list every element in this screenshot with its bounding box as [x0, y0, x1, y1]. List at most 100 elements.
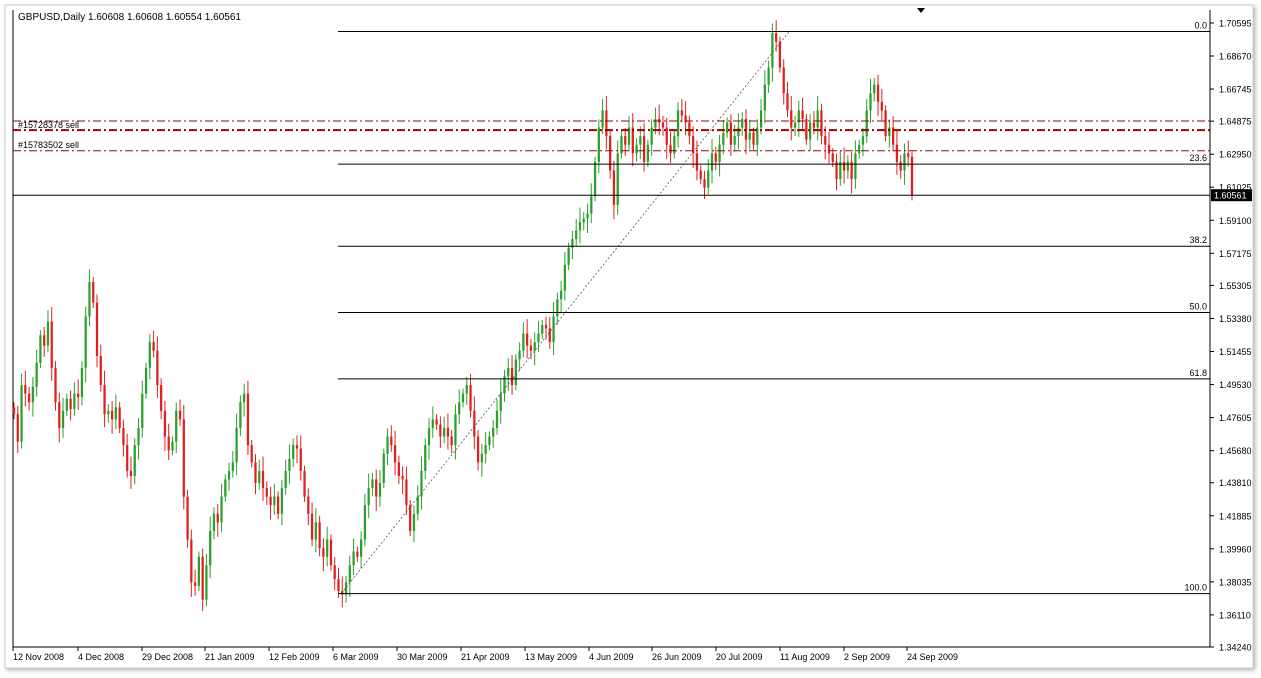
candle-bull	[141, 393, 144, 428]
candle-bull	[541, 324, 544, 334]
price-tick-label: 1.64875	[1219, 117, 1252, 127]
candle-bear	[801, 110, 804, 119]
candle-bull	[676, 110, 680, 137]
candle-bull	[367, 488, 370, 506]
candle-bull	[133, 445, 136, 477]
candle-bear	[661, 122, 665, 128]
candle-bull	[888, 127, 891, 137]
candle-bull	[171, 441, 174, 451]
price-tick-label: 1.45680	[1219, 446, 1252, 456]
chart-title: GBPUSD,Daily 1.60608 1.60608 1.60554 1.6…	[18, 12, 241, 23]
candle-bull	[84, 316, 87, 368]
current-price-label: 1.60561	[1214, 191, 1247, 201]
candle-bear	[77, 393, 80, 398]
candle-bull	[767, 67, 770, 85]
fib-label: 100.0	[1184, 583, 1207, 593]
candle-bull	[737, 127, 740, 137]
candle-bull	[209, 530, 212, 566]
time-tick-label: 30 Mar 2009	[397, 652, 448, 662]
candle-bull	[552, 316, 555, 343]
candle-bear	[110, 410, 114, 420]
candle-bull	[793, 122, 797, 128]
candle-bear	[624, 136, 627, 145]
candle-bull	[35, 362, 38, 387]
candle-bull	[748, 132, 751, 140]
time-tick-label: 4 Jun 2009	[589, 652, 634, 662]
time-tick-label: 20 Jul 2009	[716, 652, 763, 662]
candle-bear	[884, 110, 887, 137]
candle-bear	[246, 393, 250, 446]
candle-bear	[450, 436, 453, 446]
candle-bull	[741, 118, 744, 128]
candle-bear	[92, 282, 95, 303]
candle-bull	[763, 84, 766, 111]
candle-bear	[186, 496, 189, 540]
candle-bear	[307, 496, 310, 514]
candle-bull	[443, 427, 446, 437]
candle-bull	[556, 299, 559, 317]
time-tick-label: 6 Mar 2009	[333, 652, 379, 662]
candle-bull	[601, 110, 604, 128]
candle-bull	[869, 93, 872, 111]
candle-bear	[356, 551, 359, 557]
fib-label: 0.0	[1194, 20, 1207, 30]
time-tick-label: 13 May 2009	[525, 652, 577, 662]
candle-bear	[775, 33, 778, 42]
price-tick-label: 1.43810	[1219, 478, 1252, 488]
order-label: #15783502 sell	[18, 140, 79, 150]
candle-bull	[635, 144, 638, 154]
candle-bull	[771, 33, 774, 68]
candle-bull	[284, 470, 287, 489]
candle-bull	[224, 479, 227, 497]
candle-bull	[431, 419, 434, 428]
candle-bull	[646, 144, 650, 162]
candle-bull	[292, 445, 295, 459]
time-tick-label: 26 Jun 2009	[652, 652, 702, 662]
candle-bull	[590, 196, 593, 214]
candle-bull	[488, 436, 491, 446]
candle-bull	[759, 110, 763, 128]
candle-bear	[310, 513, 314, 540]
candle-bear	[43, 335, 46, 346]
candle-bear	[409, 505, 412, 531]
candle-bear	[156, 350, 159, 386]
candle-bear	[261, 470, 265, 489]
candle-bear	[820, 110, 823, 137]
candle-bear	[526, 333, 529, 346]
candle-bear	[907, 153, 910, 157]
price-tick-label: 1.41885	[1219, 511, 1252, 521]
candle-bull	[258, 470, 261, 483]
candle-bull	[378, 482, 382, 497]
candle-bull	[518, 350, 521, 360]
candle-bear	[609, 136, 612, 171]
candle-bear	[401, 476, 404, 480]
candle-bull	[465, 385, 468, 394]
candle-bear	[24, 385, 27, 394]
candle-bear	[122, 427, 125, 446]
candle-bear	[786, 93, 789, 111]
candle-bear	[435, 419, 438, 425]
candle-bull	[514, 359, 517, 386]
candle-bear	[605, 110, 608, 137]
candle-bull	[314, 522, 317, 540]
candle-bull	[61, 410, 65, 428]
candle-bear	[699, 170, 702, 180]
candle-bear	[118, 407, 121, 428]
candle-bull	[858, 144, 861, 154]
candle-bear	[880, 101, 883, 111]
candle-bear	[269, 496, 272, 506]
candle-bear	[126, 445, 129, 471]
candle-bear	[631, 127, 634, 154]
price-tick-label: 1.66745	[1219, 85, 1252, 95]
time-tick-label: 12 Feb 2009	[269, 652, 320, 662]
candle-bull	[73, 393, 76, 410]
candle-bear	[782, 67, 785, 94]
candle-bear	[50, 321, 53, 368]
candle-bear	[680, 110, 683, 116]
candle-bear	[544, 324, 548, 329]
candle-bull	[522, 333, 525, 351]
candle-bear	[473, 410, 476, 437]
candle-bull	[710, 153, 714, 171]
time-tick-label: 11 Aug 2009	[780, 652, 830, 662]
price-tick-label: 1.34240	[1219, 643, 1252, 653]
